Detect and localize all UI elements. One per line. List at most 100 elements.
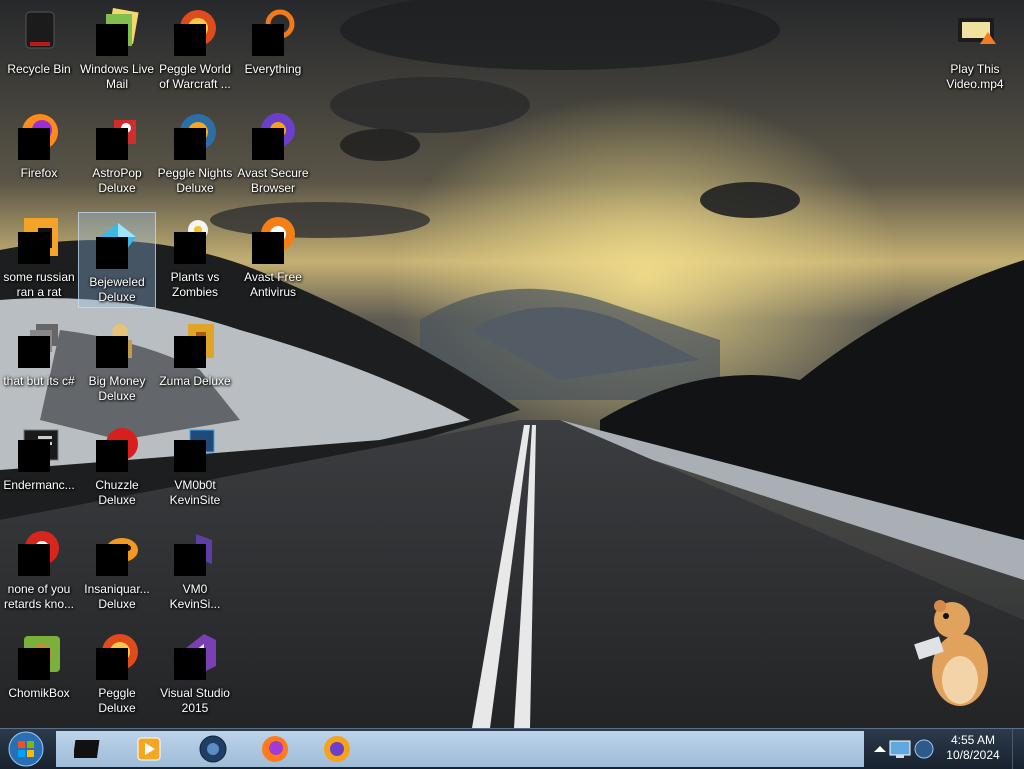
firefox-icon <box>262 736 288 762</box>
redaction-box <box>96 440 128 472</box>
desktop-icon-bejeweled[interactable]: Bejeweled Deluxe <box>78 212 156 308</box>
taskbar-clock[interactable]: 4:55 AM 10/8/2024 <box>938 733 1008 763</box>
visual-studio-icon <box>170 628 220 680</box>
desktop-icon-vm0b0t-kevinsite[interactable]: VM0b0t KevinSite <box>156 416 234 512</box>
gem-icon <box>92 217 142 269</box>
redaction-box <box>174 128 206 160</box>
video-file-icon <box>950 4 1000 54</box>
redaction-box <box>174 440 206 472</box>
recycle-bin-icon <box>14 4 64 54</box>
desktop-icon-label: Zuma Deluxe <box>159 374 231 388</box>
start-button[interactable] <box>4 731 48 767</box>
redaction-box <box>18 232 50 264</box>
desktop-icon-label: Peggle World of Warcraft ... <box>159 62 231 91</box>
desktop-icon-label: Insaniquar... Deluxe <box>84 582 150 611</box>
desktop-icon-label: Play This Video.mp4 <box>946 62 1004 91</box>
desktop-icon-chuzzle[interactable]: Chuzzle Deluxe <box>78 416 156 512</box>
zuma-icon <box>170 316 220 368</box>
desktop-pet-hamster[interactable] <box>912 600 992 710</box>
desktop-icon-avast-antivirus[interactable]: Avast Free Antivirus <box>234 208 312 304</box>
desktop-icon-label: AstroPop Deluxe <box>92 166 142 195</box>
desktop-icon-label: some russian ran a rat <box>3 270 75 299</box>
desktop-icon-play-this-video[interactable]: Play This Video.mp4 <box>936 0 1014 96</box>
avast-icon <box>248 212 298 264</box>
taskbar-button-terminal[interactable] <box>66 733 112 765</box>
redaction-box <box>18 440 50 472</box>
desktop-icon-avast-browser[interactable]: Avast Secure Browser <box>234 104 312 200</box>
desktop-icon-label: Visual Studio 2015 <box>160 686 230 715</box>
desktop-icon-label: Windows Live Mail <box>79 62 155 91</box>
desktop-icon-astropop[interactable]: AstroPop Deluxe <box>78 104 156 200</box>
desktop-icon-visual-studio[interactable]: Visual Studio 2015 <box>156 624 234 720</box>
flower-icon <box>170 212 220 264</box>
redaction-box <box>96 648 128 680</box>
redaction-box <box>18 648 50 680</box>
desktop-icon-that-but-its-csharp[interactable]: that but its c# <box>0 312 78 408</box>
redaction-box <box>96 336 128 368</box>
redaction-box <box>174 544 206 576</box>
clock-time: 4:55 AM <box>950 733 996 747</box>
money-icon <box>92 316 142 368</box>
desktop-icon-some-russian[interactable]: some russian ran a rat <box>0 208 78 304</box>
taskbar-button-avast-browser[interactable] <box>314 733 360 765</box>
desktop-icon-recycle-bin[interactable]: Recycle Bin <box>0 0 78 96</box>
redaction-box <box>252 128 284 160</box>
taskbar-pinned-apps <box>56 731 864 767</box>
desktop-icon-zuma[interactable]: Zuma Deluxe <box>156 312 234 408</box>
taskbar-button-firefox[interactable] <box>252 733 298 765</box>
search-icon <box>248 4 298 56</box>
taskbar-button-app[interactable] <box>190 733 236 765</box>
astropop-icon <box>92 108 142 160</box>
vm-icon <box>170 524 220 576</box>
desktop-icon-plants-vs-zombies[interactable]: Plants vs Zombies <box>156 208 234 304</box>
peggle-icon <box>170 4 220 56</box>
peggle-icon <box>170 108 220 160</box>
windows-logo-icon <box>8 731 44 767</box>
redaction-box <box>174 24 206 56</box>
hamster-app-icon <box>14 628 64 680</box>
desktop-icon-chomikbox[interactable]: ChomikBox <box>0 624 78 720</box>
desktop-icon-label: that but its c# <box>3 374 75 388</box>
redaction-box <box>96 128 128 160</box>
chuzzle-icon <box>92 420 142 472</box>
chrome-icon <box>14 524 64 576</box>
desktop-icon-label: VM0 KevinSi... <box>169 582 221 611</box>
desktop-icon-insaniquarium[interactable]: Insaniquar... Deluxe <box>78 520 156 616</box>
desktop-icon-label: Bejeweled Deluxe <box>89 275 145 304</box>
desktop-icon-label: Recycle Bin <box>7 62 71 76</box>
desktop-icon-peggle-nights[interactable]: Peggle Nights Deluxe <box>156 104 234 200</box>
desktop-icon-label: Avast Free Antivirus <box>244 270 302 299</box>
desktop-icon-label: Chuzzle Deluxe <box>95 478 139 507</box>
desktop-icon-vm0-kevinsi[interactable]: VM0 KevinSi... <box>156 520 234 616</box>
network-icon[interactable] <box>888 737 912 761</box>
app-icon[interactable] <box>912 737 936 761</box>
redaction-box <box>18 336 50 368</box>
show-desktop-button[interactable] <box>1012 729 1024 769</box>
desktop-icon-label: VM0b0t KevinSite <box>169 478 221 507</box>
redaction-box <box>96 544 128 576</box>
desktop-icon-endermanc[interactable]: Endermanc... <box>0 416 78 512</box>
redaction-box <box>174 336 206 368</box>
clock-date: 10/8/2024 <box>946 748 1000 762</box>
redaction-box <box>96 237 128 269</box>
folder-icon <box>14 316 64 368</box>
mail-icon <box>92 4 142 56</box>
desktop-icon-label: Avast Secure Browser <box>237 166 309 195</box>
firefox-icon <box>14 108 64 160</box>
redaction-box <box>18 544 50 576</box>
desktop-icon-big-money[interactable]: Big Money Deluxe <box>78 312 156 408</box>
taskbar-button-media-player[interactable] <box>126 733 172 765</box>
desktop-icon-none-of-you[interactable]: none of you retards kno... <box>0 520 78 616</box>
desktop-icon-firefox[interactable]: Firefox <box>0 104 78 200</box>
redaction-box <box>96 24 128 56</box>
desktop-icon-label: none of you retards kno... <box>3 582 75 611</box>
desktop-icon-peggle-wow[interactable]: Peggle World of Warcraft ... <box>156 0 234 96</box>
desktop-icon-everything[interactable]: Everything <box>234 0 312 96</box>
fish-icon <box>92 524 142 576</box>
desktop-icon-peggle-deluxe[interactable]: Peggle Deluxe <box>78 624 156 720</box>
redaction-box <box>174 648 206 680</box>
desktop-icon-label: Peggle Nights Deluxe <box>157 166 233 195</box>
desktop-icon-windows-live-mail[interactable]: Windows Live Mail <box>78 0 156 96</box>
desktop-icon-label: Firefox <box>20 166 58 180</box>
redaction-box <box>252 24 284 56</box>
